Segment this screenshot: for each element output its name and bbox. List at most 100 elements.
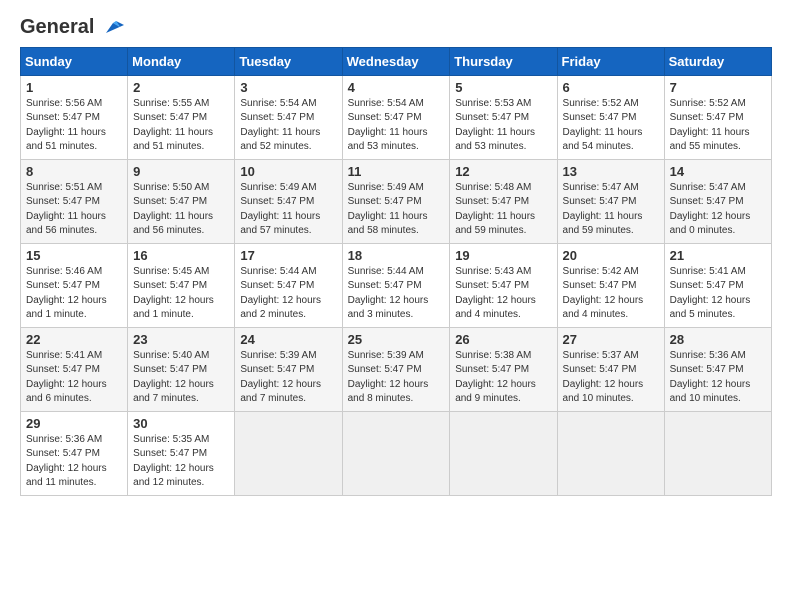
calendar-cell: 29 Sunrise: 5:36 AM Sunset: 5:47 PM Dayli… [21,411,128,495]
weekday-header-friday: Friday [557,47,664,75]
day-info: Sunrise: 5:44 AM Sunset: 5:47 PM Dayligh… [348,265,445,323]
calendar-cell: 24 Sunrise: 5:39 AM Sunset: 5:47 PM Dayli… [235,327,342,411]
day-info: Sunrise: 5:45 AM Sunset: 5:47 PM Dayligh… [133,265,229,323]
day-number: 27 [563,332,659,347]
day-number: 6 [563,80,659,95]
calendar-cell: 15Sunrise: 5:46 AM Sunset: 5:47 PM Dayli… [21,243,128,327]
day-info: Sunrise: 5:39 AM Sunset: 5:47 PM Dayligh… [240,349,336,407]
day-number: 5 [455,80,551,95]
logo: General [20,16,124,37]
calendar-cell: 26 Sunrise: 5:38 AM Sunset: 5:47 PM Dayli… [450,327,557,411]
day-number: 24 [240,332,336,347]
calendar-cell: 14 Sunrise: 5:47 AM Sunset: 5:47 PM Dayli… [664,159,771,243]
day-info: Sunrise: 5:40 AM Sunset: 5:47 PM Dayligh… [133,349,229,407]
calendar-cell: 1 Sunrise: 5:56 AM Sunset: 5:47 PM Daylig… [21,75,128,159]
calendar-cell: 23 Sunrise: 5:40 AM Sunset: 5:47 PM Dayli… [128,327,235,411]
calendar-cell: 21 Sunrise: 5:41 AM Sunset: 5:47 PM Dayli… [664,243,771,327]
weekday-header-row: SundayMondayTuesdayWednesdayThursdayFrid… [21,47,772,75]
calendar-cell: 12 Sunrise: 5:48 AM Sunset: 5:47 PM Dayli… [450,159,557,243]
day-info: Sunrise: 5:42 AM Sunset: 5:47 PM Dayligh… [563,265,659,323]
calendar-cell: 8Sunrise: 5:51 AM Sunset: 5:47 PM Daylig… [21,159,128,243]
day-info: Sunrise: 5:52 AM Sunset: 5:47 PM Dayligh… [563,97,659,155]
calendar-week-3: 15Sunrise: 5:46 AM Sunset: 5:47 PM Dayli… [21,243,772,327]
day-number: 17 [240,248,336,263]
calendar-cell: 30 Sunrise: 5:35 AM Sunset: 5:47 PM Dayli… [128,411,235,495]
day-number: 14 [670,164,766,179]
calendar-cell [664,411,771,495]
calendar-cell: 11 Sunrise: 5:49 AM Sunset: 5:47 PM Dayli… [342,159,450,243]
calendar-cell: 4 Sunrise: 5:54 AM Sunset: 5:47 PM Daylig… [342,75,450,159]
weekday-header-wednesday: Wednesday [342,47,450,75]
calendar-cell: 2 Sunrise: 5:55 AM Sunset: 5:47 PM Daylig… [128,75,235,159]
calendar-cell: 17 Sunrise: 5:44 AM Sunset: 5:47 PM Dayli… [235,243,342,327]
day-info: Sunrise: 5:49 AM Sunset: 5:47 PM Dayligh… [240,181,336,239]
logo-bird-icon [102,17,124,39]
day-number: 1 [26,80,122,95]
calendar-cell [342,411,450,495]
calendar-cell: 10Sunrise: 5:49 AM Sunset: 5:47 PM Dayli… [235,159,342,243]
day-info: Sunrise: 5:35 AM Sunset: 5:47 PM Dayligh… [133,433,229,491]
logo-text-general: General [20,16,124,39]
day-info: Sunrise: 5:41 AM Sunset: 5:47 PM Dayligh… [26,349,122,407]
day-info: Sunrise: 5:36 AM Sunset: 5:47 PM Dayligh… [26,433,122,491]
calendar-cell: 22 Sunrise: 5:41 AM Sunset: 5:47 PM Dayli… [21,327,128,411]
calendar-cell [235,411,342,495]
day-info: Sunrise: 5:54 AM Sunset: 5:47 PM Dayligh… [240,97,336,155]
day-number: 22 [26,332,122,347]
day-number: 26 [455,332,551,347]
day-number: 12 [455,164,551,179]
calendar-week-5: 29 Sunrise: 5:36 AM Sunset: 5:47 PM Dayli… [21,411,772,495]
day-info: Sunrise: 5:38 AM Sunset: 5:47 PM Dayligh… [455,349,551,407]
day-info: Sunrise: 5:53 AM Sunset: 5:47 PM Dayligh… [455,97,551,155]
calendar-cell: 6 Sunrise: 5:52 AM Sunset: 5:47 PM Daylig… [557,75,664,159]
day-number: 25 [348,332,445,347]
day-info: Sunrise: 5:55 AM Sunset: 5:47 PM Dayligh… [133,97,229,155]
day-info: Sunrise: 5:39 AM Sunset: 5:47 PM Dayligh… [348,349,445,407]
day-number: 7 [670,80,766,95]
calendar-cell: 27 Sunrise: 5:37 AM Sunset: 5:47 PM Dayli… [557,327,664,411]
calendar-table: SundayMondayTuesdayWednesdayThursdayFrid… [20,47,772,496]
calendar-cell: 18Sunrise: 5:44 AM Sunset: 5:47 PM Dayli… [342,243,450,327]
weekday-header-sunday: Sunday [21,47,128,75]
day-number: 29 [26,416,122,431]
day-number: 16 [133,248,229,263]
day-info: Sunrise: 5:49 AM Sunset: 5:47 PM Dayligh… [348,181,445,239]
weekday-header-tuesday: Tuesday [235,47,342,75]
day-info: Sunrise: 5:41 AM Sunset: 5:47 PM Dayligh… [670,265,766,323]
day-info: Sunrise: 5:52 AM Sunset: 5:47 PM Dayligh… [670,97,766,155]
day-number: 30 [133,416,229,431]
day-number: 4 [348,80,445,95]
day-info: Sunrise: 5:37 AM Sunset: 5:47 PM Dayligh… [563,349,659,407]
day-info: Sunrise: 5:54 AM Sunset: 5:47 PM Dayligh… [348,97,445,155]
calendar-cell: 16 Sunrise: 5:45 AM Sunset: 5:47 PM Dayli… [128,243,235,327]
calendar-cell: 13Sunrise: 5:47 AM Sunset: 5:47 PM Dayli… [557,159,664,243]
page-header: General [20,16,772,37]
day-number: 13 [563,164,659,179]
day-number: 9 [133,164,229,179]
calendar-week-4: 22 Sunrise: 5:41 AM Sunset: 5:47 PM Dayli… [21,327,772,411]
day-number: 11 [348,164,445,179]
day-info: Sunrise: 5:46 AM Sunset: 5:47 PM Dayligh… [26,265,122,323]
day-number: 20 [563,248,659,263]
day-info: Sunrise: 5:48 AM Sunset: 5:47 PM Dayligh… [455,181,551,239]
day-number: 19 [455,248,551,263]
calendar-cell: 3 Sunrise: 5:54 AM Sunset: 5:47 PM Daylig… [235,75,342,159]
calendar-cell: 5 Sunrise: 5:53 AM Sunset: 5:47 PM Daylig… [450,75,557,159]
day-info: Sunrise: 5:50 AM Sunset: 5:47 PM Dayligh… [133,181,229,239]
day-info: Sunrise: 5:47 AM Sunset: 5:47 PM Dayligh… [670,181,766,239]
day-number: 2 [133,80,229,95]
calendar-week-2: 8Sunrise: 5:51 AM Sunset: 5:47 PM Daylig… [21,159,772,243]
day-number: 3 [240,80,336,95]
day-info: Sunrise: 5:56 AM Sunset: 5:47 PM Dayligh… [26,97,122,155]
calendar-cell [450,411,557,495]
calendar-cell: 25 Sunrise: 5:39 AM Sunset: 5:47 PM Dayli… [342,327,450,411]
weekday-header-saturday: Saturday [664,47,771,75]
day-info: Sunrise: 5:44 AM Sunset: 5:47 PM Dayligh… [240,265,336,323]
day-number: 21 [670,248,766,263]
calendar-cell: 9 Sunrise: 5:50 AM Sunset: 5:47 PM Daylig… [128,159,235,243]
calendar-cell: 28Sunrise: 5:36 AM Sunset: 5:47 PM Dayli… [664,327,771,411]
calendar-cell: 20 Sunrise: 5:42 AM Sunset: 5:47 PM Dayli… [557,243,664,327]
day-number: 23 [133,332,229,347]
calendar-week-1: 1 Sunrise: 5:56 AM Sunset: 5:47 PM Daylig… [21,75,772,159]
day-number: 8 [26,164,122,179]
